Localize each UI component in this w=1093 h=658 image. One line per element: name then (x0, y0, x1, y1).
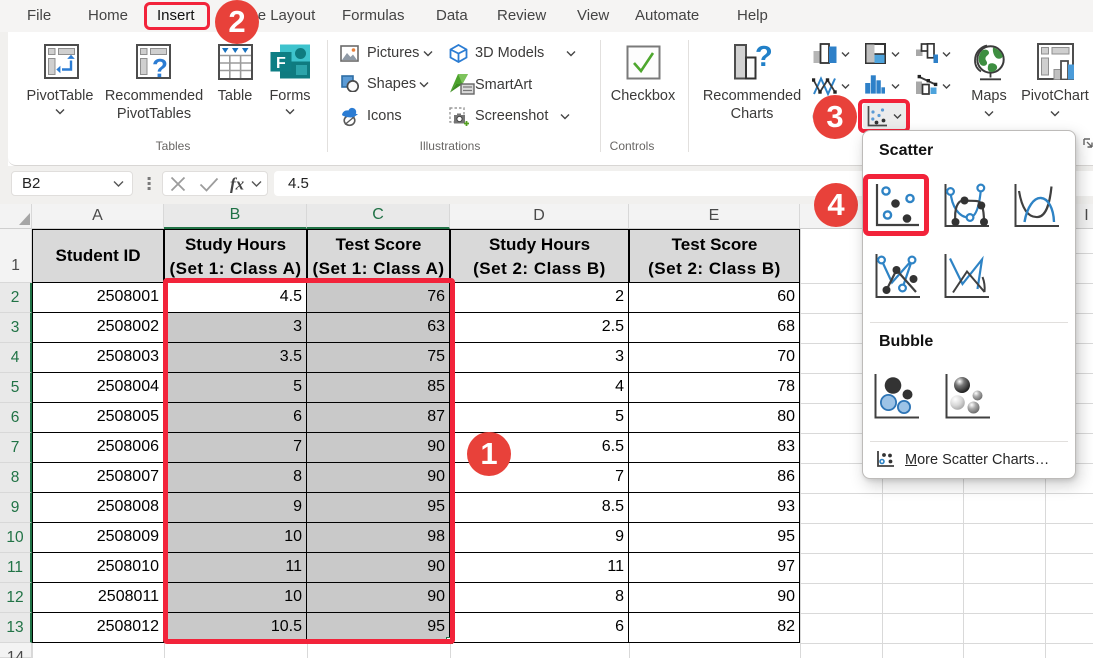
svg-text:?: ? (755, 43, 773, 73)
svg-text:?: ? (152, 53, 168, 82)
svg-text:fx: fx (230, 175, 245, 193)
svg-text:F: F (276, 55, 286, 72)
